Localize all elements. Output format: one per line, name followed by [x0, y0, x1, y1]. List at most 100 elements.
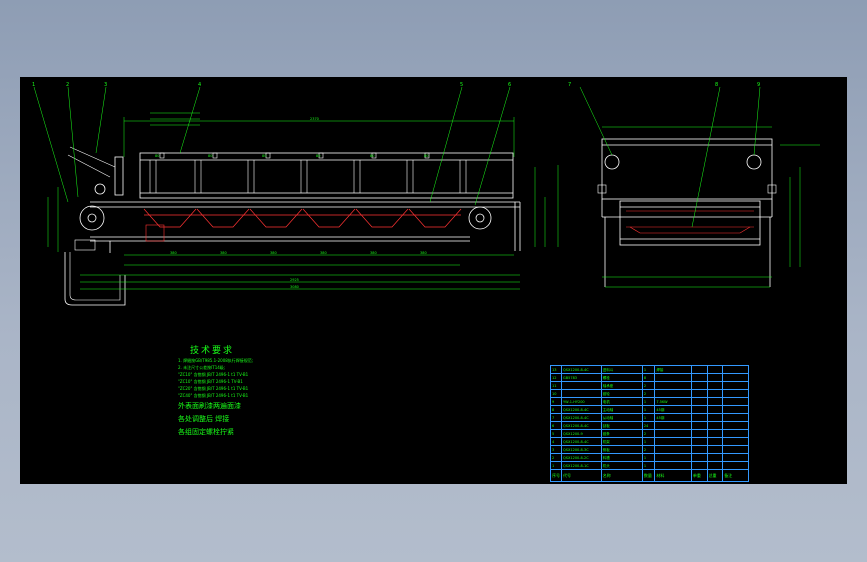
bom-cell — [722, 429, 749, 438]
bom-cell: 45钢 — [654, 405, 692, 414]
bom-cell — [706, 421, 724, 430]
bom-cell — [690, 445, 708, 454]
bom-cell — [654, 445, 692, 454]
bom-cell — [690, 397, 708, 406]
bom-cell — [690, 413, 708, 422]
bom-cell — [722, 405, 749, 414]
bom-cell — [706, 397, 724, 406]
bom-cell: QSX1200-8-4C — [561, 365, 602, 374]
bom-cell: 2 — [641, 429, 656, 438]
svg-text:7: 7 — [568, 82, 571, 88]
bom-cell — [722, 453, 749, 462]
bom-cell — [706, 429, 724, 438]
bom-cell: 焊接 — [654, 365, 692, 374]
bom-cell: 7 — [550, 413, 562, 422]
bom-cell — [706, 437, 724, 446]
bom-cell — [722, 373, 749, 382]
bom-cell — [706, 413, 724, 422]
bom-header-cell: 单重 — [690, 469, 708, 482]
svg-text:380: 380 — [320, 251, 327, 255]
bom-row: 8 QSX1200-8-4C 主动轴 1 45钢 — [550, 405, 749, 414]
bom-cell — [706, 453, 724, 462]
svg-text:380: 380 — [420, 251, 427, 255]
bom-cell: 料槽 — [600, 453, 643, 462]
bom-cell: 链轮 — [600, 389, 643, 398]
bom-cell — [722, 389, 749, 398]
bom-cell — [690, 437, 708, 446]
svg-text:8: 8 — [715, 82, 718, 88]
svg-text:3: 3 — [104, 82, 107, 88]
bom-cell — [654, 429, 692, 438]
bom-cell: 电机 — [600, 397, 643, 406]
bom-cell — [706, 461, 724, 470]
bom-row: 4 QSX1200-8-4C 机架 1 — [550, 437, 749, 446]
bom-header-cell: 代号 — [561, 469, 602, 482]
svg-text:80: 80 — [262, 154, 266, 158]
bom-cell: 8 — [550, 405, 562, 414]
note-line: "ZC10" 含铬钢 JB/T 2496-1 TV-B1 — [178, 379, 243, 384]
bom-cell: 1 — [641, 461, 656, 470]
svg-text:6: 6 — [508, 82, 511, 88]
bom-cell — [690, 373, 708, 382]
bom-cell — [690, 389, 708, 398]
note-line: "ZC10" 含铬钢 JB/T 2496-1 t1 TV-B1 — [178, 372, 249, 377]
bom-cell: 机架 — [600, 437, 643, 446]
svg-text:2370: 2370 — [310, 117, 319, 121]
cad-viewport[interactable]: 2370 380 380 380 380 380 380 2925 3080 80 80 8… — [20, 77, 847, 484]
bom-header-cell: 序号 — [550, 469, 562, 482]
svg-text:4: 4 — [198, 82, 201, 88]
svg-text:2925: 2925 — [290, 278, 299, 282]
bom-header-cell: 名称 — [600, 469, 643, 482]
bom-cell: QSX1200-8-4C — [561, 437, 602, 446]
side-dimensions — [579, 86, 820, 288]
bom-cell — [690, 365, 708, 374]
bom-cell: 机头 — [600, 461, 643, 470]
note-line: "ZC40" 含铬钢 JB/T 2496-1 t1 TV-B1 — [178, 393, 249, 398]
bom-cell: 2 — [641, 389, 656, 398]
bom-cell: 45钢 — [654, 413, 692, 422]
bom-cell — [706, 445, 724, 454]
bom-cell: QSX1200-8-4C — [561, 421, 602, 430]
bom-cell — [690, 461, 708, 470]
bom-cell: 螺栓 — [600, 373, 643, 382]
bom-row: 2 QSX1200-8-2C 料槽 1 — [550, 453, 749, 462]
bom-cell — [654, 381, 692, 390]
svg-text:80: 80 — [316, 154, 320, 158]
bom-cell: QSX1200-8-2C — [561, 453, 602, 462]
bom-cell: 3 — [550, 445, 562, 454]
svg-text:380: 380 — [220, 251, 227, 255]
bom-cell: 1 — [641, 365, 656, 374]
bom-cell: QSX1200-9 — [561, 429, 602, 438]
bom-cell — [690, 421, 708, 430]
bom-cell — [690, 405, 708, 414]
bom-cell — [722, 413, 749, 422]
bom-cell — [690, 453, 708, 462]
bom-row: 6 QSX1200-8-4C 刮板 24 — [550, 421, 749, 430]
bom-row: 7 QSX1200-8-4C 从动轴 1 45钢 — [550, 413, 749, 422]
bom-cell — [706, 373, 724, 382]
bom-cell — [706, 381, 724, 390]
bom-cell: QSX1200-8-3C — [561, 445, 602, 454]
svg-text:80: 80 — [155, 154, 159, 158]
bom-cell — [561, 381, 602, 390]
bom-header-cell: 数量 — [641, 469, 656, 482]
bom-cell: 主动轴 — [600, 405, 643, 414]
bom-cell — [690, 381, 708, 390]
bom-cell: 13 — [550, 365, 562, 374]
bom-cell: 刮板 — [600, 421, 643, 430]
bom-cell: 链条 — [600, 429, 643, 438]
svg-text:80: 80 — [424, 154, 428, 158]
bom-cell — [654, 421, 692, 430]
bill-of-materials: 13 QSX1200-8-4C 进料斗 1 焊接 12 GB5783 螺栓 8 11 轴承座 2 10 链… — [550, 365, 749, 482]
svg-text:9: 9 — [757, 82, 760, 88]
bom-cell: 10 — [550, 389, 562, 398]
bom-cell — [722, 461, 749, 470]
bom-cell: 9 — [550, 397, 562, 406]
bom-cell: 7.5KW — [654, 397, 692, 406]
svg-text:2: 2 — [66, 82, 69, 88]
front-dimensions — [33, 86, 559, 290]
svg-text:80: 80 — [208, 154, 212, 158]
bom-cell — [722, 365, 749, 374]
bom-cell — [654, 389, 692, 398]
bom-cell — [722, 421, 749, 430]
